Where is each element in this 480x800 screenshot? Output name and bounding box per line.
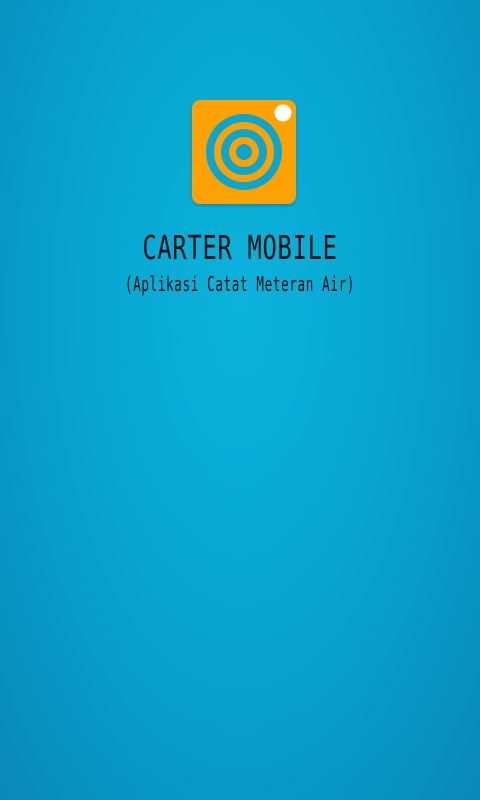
app-subtitle: (Aplikasi Catat Meteran Air): [124, 272, 356, 296]
app-title: CARTER MOBILE: [142, 228, 338, 267]
splash-screen: CARTER MOBILE (Aplikasi Catat Meteran Ai…: [0, 0, 480, 800]
camera-lens-icon: [192, 100, 296, 204]
